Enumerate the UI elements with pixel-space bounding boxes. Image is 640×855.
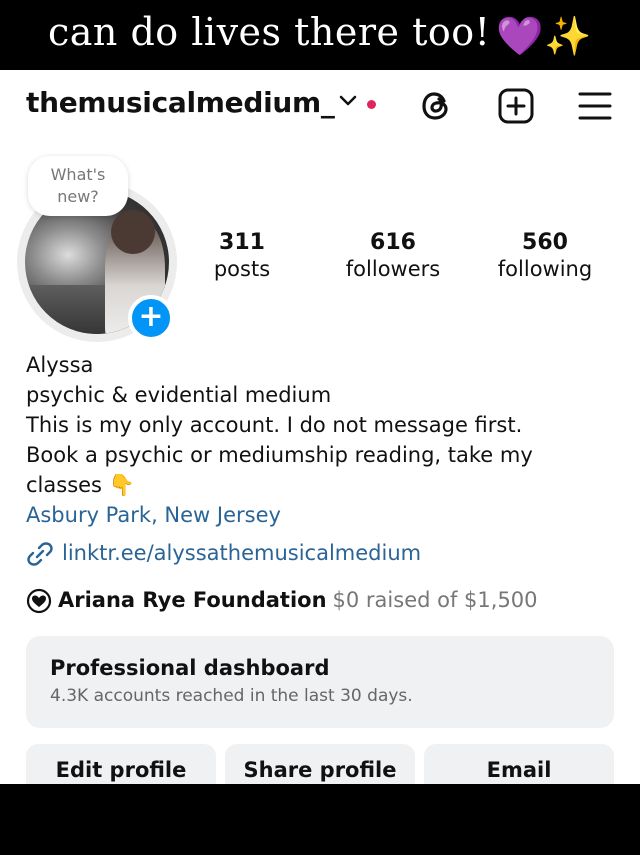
new-post-icon[interactable] — [497, 87, 535, 125]
caption-emoji: 💜✨ — [496, 13, 593, 58]
bio-link[interactable]: linktr.ee/alyssathemusicalmedium — [26, 540, 421, 568]
stat-label: following — [497, 257, 593, 281]
bottom-bar — [0, 784, 640, 855]
stat-following[interactable]: 560 following — [492, 230, 598, 281]
menu-icon[interactable] — [577, 90, 613, 122]
account-username[interactable]: themusicalmedium_ — [26, 86, 335, 119]
bio-line: classes 👇 — [26, 473, 135, 497]
bio: Alyssa psychic & evidential medium This … — [26, 350, 616, 530]
bio-line: Book a psychic or mediumship reading, ta… — [26, 443, 533, 467]
fundraiser[interactable]: Ariana Rye Foundation $0 raised of $1,500 — [26, 588, 538, 614]
stat-label: posts — [213, 257, 271, 281]
threads-icon[interactable] — [420, 88, 454, 124]
fundraiser-heart-icon — [26, 588, 52, 614]
link-text: linktr.ee/alyssathemusicalmedium — [62, 541, 422, 565]
stat-value: 616 — [370, 230, 416, 255]
stat-value: 311 — [219, 230, 265, 255]
share-profile-button[interactable]: Share profile — [225, 744, 415, 784]
stat-followers[interactable]: 616 followers — [338, 230, 448, 281]
stat-value: 560 — [522, 230, 568, 255]
whats-new-bubble[interactable]: What's new? — [28, 156, 128, 216]
dashboard-title: Professional dashboard — [50, 656, 330, 680]
professional-dashboard[interactable]: Professional dashboard 4.3K accounts rea… — [26, 636, 614, 728]
notification-dot — [367, 100, 376, 109]
link-icon — [27, 542, 53, 566]
dashboard-subtitle: 4.3K accounts reached in the last 30 day… — [50, 686, 413, 706]
edit-profile-button[interactable]: Edit profile — [26, 744, 216, 784]
top-bar: themusicalmedium_ — [0, 70, 640, 140]
chevron-down-icon[interactable] — [339, 94, 357, 108]
stat-label: followers — [345, 257, 441, 281]
caption-text: can do lives there too! — [47, 10, 491, 54]
location-link[interactable]: Asbury Park, New Jersey — [26, 500, 616, 530]
overlay-caption: can do lives there too! 💜✨ — [0, 0, 640, 70]
bio-line: This is my only account. I do not messag… — [26, 413, 523, 437]
fundraiser-status: $0 raised of $1,500 — [332, 588, 538, 612]
stat-posts[interactable]: 311 posts — [200, 230, 284, 281]
bio-line: psychic & evidential medium — [26, 383, 332, 407]
profile-screen: themusicalmedium_ + What's new? 311 post… — [0, 70, 640, 784]
display-name: Alyssa — [26, 353, 94, 377]
email-button[interactable]: Email — [424, 744, 614, 784]
fundraiser-name: Ariana Rye Foundation — [58, 588, 327, 612]
add-story-icon[interactable]: + — [128, 295, 174, 341]
